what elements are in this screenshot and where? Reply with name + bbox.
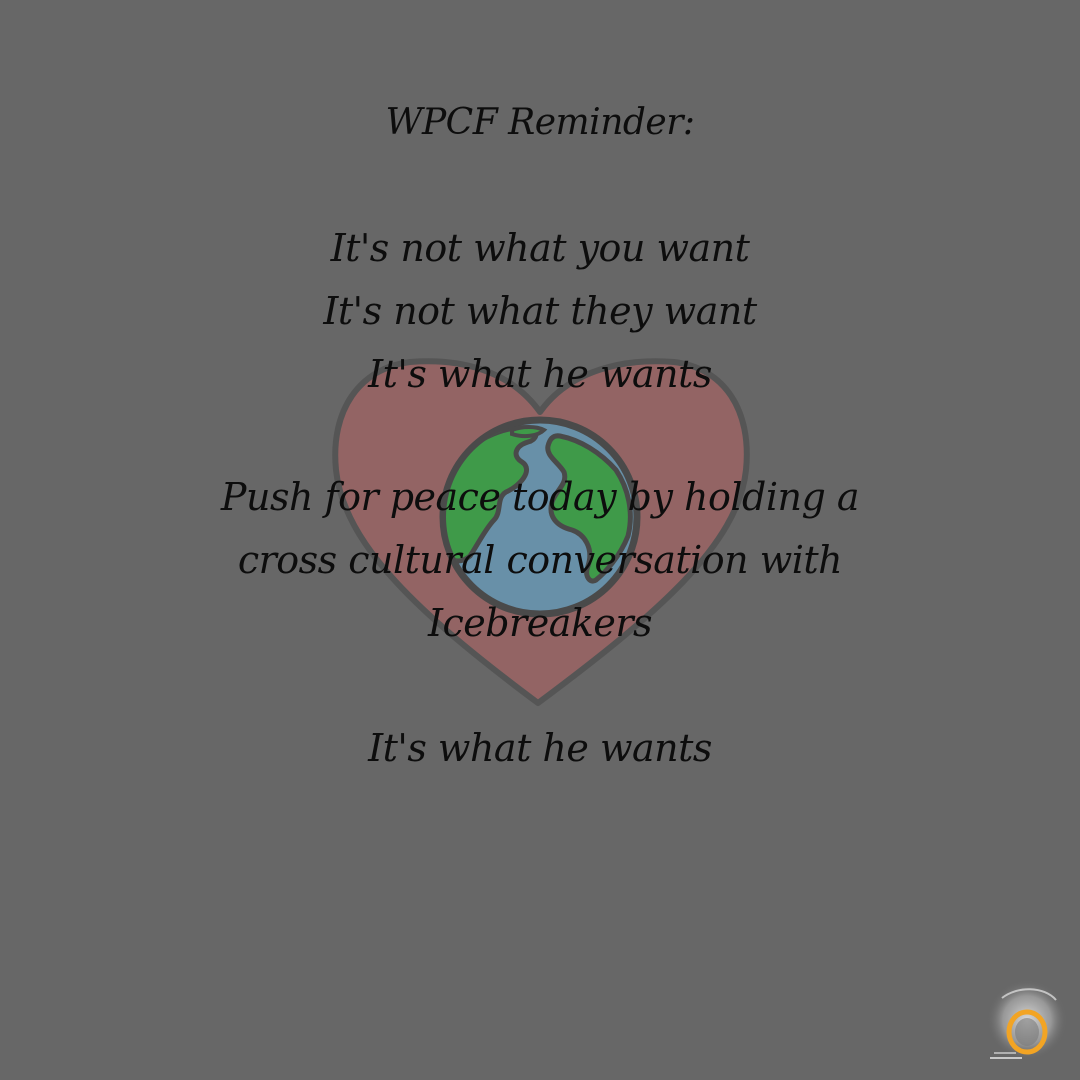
poster-line-5: cross cultural conversation with — [237, 538, 843, 582]
poster-title: WPCF Reminder: — [385, 102, 695, 143]
poster-line-1: It's not what you want — [330, 226, 750, 270]
poster-line-6: Icebreakers — [427, 601, 653, 645]
poster-canvas: WPCF Reminder: It's not what you want It… — [0, 0, 1080, 1080]
poster-line-7: It's what he wants — [368, 726, 712, 770]
globe-island — [510, 425, 548, 439]
poster-line-4: Push for peace today by holding a — [220, 475, 860, 519]
glowing-ring-logo-icon — [987, 980, 1067, 1060]
poster-line-2: It's not what they want — [323, 289, 757, 333]
poster-line-3: It's what he wants — [368, 352, 712, 396]
